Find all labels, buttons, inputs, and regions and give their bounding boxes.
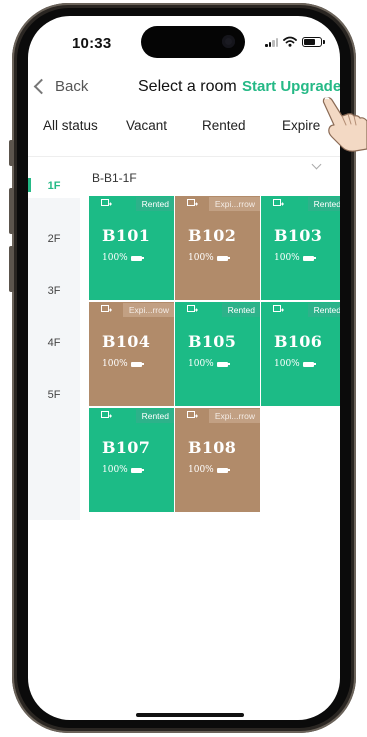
status-bar: 10:33 <box>28 16 340 64</box>
battery-icon <box>216 467 230 473</box>
nav-bar: Back Select a room Start Upgrade <box>28 78 340 108</box>
room-card[interactable]: Expi...rrow B102 100% <box>175 196 260 300</box>
side-button <box>9 246 14 292</box>
status-badge: Rented <box>135 197 174 211</box>
tab-rented[interactable]: Rented <box>202 118 246 133</box>
room-number: B103 <box>274 226 323 245</box>
floor-list: 1F 2F 3F 4F 5F <box>28 158 80 520</box>
building-label: B-B1-1F <box>92 171 137 185</box>
signal-icon <box>265 37 278 47</box>
floor-item-5f[interactable]: 5F <box>28 389 80 401</box>
key-card-icon <box>101 305 112 312</box>
room-card[interactable]: Rented B103 100% <box>261 196 340 300</box>
status-tabs: All status Vacant Rented Expire <box>28 118 340 144</box>
room-card[interactable]: Rented B107 100% <box>89 408 174 512</box>
key-card-icon <box>187 305 198 312</box>
battery-level: 100% <box>274 253 316 263</box>
room-card[interactable]: Rented B101 100% <box>89 196 174 300</box>
key-card-icon <box>101 199 112 206</box>
page-title: Select a room <box>138 78 237 95</box>
floor-item-3f[interactable]: 3F <box>28 285 80 297</box>
key-card-icon <box>187 199 198 206</box>
status-badge: Rented <box>221 303 260 317</box>
room-number: B107 <box>102 438 151 457</box>
battery-icon <box>130 255 144 261</box>
chevron-left-icon <box>33 78 50 95</box>
floor-item-4f[interactable]: 4F <box>28 337 80 349</box>
floor-item-2f[interactable]: 2F <box>28 233 80 245</box>
divider <box>28 156 340 157</box>
home-indicator <box>136 713 244 717</box>
battery-icon <box>302 255 316 261</box>
system-icons <box>265 36 325 47</box>
back-button[interactable]: Back <box>33 78 89 95</box>
room-number: B105 <box>188 332 237 351</box>
tab-expire[interactable]: Expire <box>282 118 320 133</box>
dynamic-island <box>141 26 245 58</box>
battery-icon <box>130 467 144 473</box>
battery-icon <box>216 361 230 367</box>
battery-level: 100% <box>274 359 316 369</box>
key-card-icon <box>273 199 284 206</box>
battery-icon <box>216 255 230 261</box>
status-badge: Expi...rrow <box>122 303 174 317</box>
side-button <box>9 140 14 166</box>
room-card[interactable]: Rented B105 100% <box>175 302 260 406</box>
status-badge: Rented <box>307 197 340 211</box>
side-button <box>9 188 14 234</box>
status-badge: Rented <box>307 303 340 317</box>
room-card[interactable]: Rented B106 100% <box>261 302 340 406</box>
key-card-icon <box>187 411 198 418</box>
room-number: B104 <box>102 332 151 351</box>
chevron-down-icon[interactable] <box>311 159 322 170</box>
status-badge: Rented <box>135 409 174 423</box>
hand-pointer-icon <box>322 97 367 152</box>
tab-all-status[interactable]: All status <box>43 118 98 133</box>
room-number: B102 <box>188 226 237 245</box>
back-label: Back <box>55 78 89 95</box>
status-badge: Expi...rrow <box>208 409 260 423</box>
battery-icon <box>130 361 144 367</box>
battery-level: 100% <box>102 465 144 475</box>
status-time: 10:33 <box>72 35 112 52</box>
key-card-icon <box>101 411 112 418</box>
wifi-icon <box>283 36 297 47</box>
battery-level: 100% <box>188 465 230 475</box>
room-number: B106 <box>274 332 323 351</box>
room-card[interactable]: Expi...rrow B104 100% <box>89 302 174 406</box>
start-upgrade-button[interactable]: Start Upgrade <box>242 78 340 95</box>
battery-icon <box>302 36 325 47</box>
battery-icon <box>302 361 316 367</box>
battery-level: 100% <box>102 359 144 369</box>
battery-level: 100% <box>188 253 230 263</box>
battery-level: 100% <box>102 253 144 263</box>
battery-level: 100% <box>188 359 230 369</box>
room-number: B108 <box>188 438 237 457</box>
app-screen: 10:33 Back Select a room Start Upgrade A… <box>28 16 340 720</box>
key-card-icon <box>273 305 284 312</box>
floor-item-1f[interactable]: 1F <box>28 178 80 192</box>
tab-vacant[interactable]: Vacant <box>126 118 167 133</box>
room-number: B101 <box>102 226 151 245</box>
status-badge: Expi...rrow <box>208 197 260 211</box>
room-card[interactable]: Expi...rrow B108 100% <box>175 408 260 512</box>
